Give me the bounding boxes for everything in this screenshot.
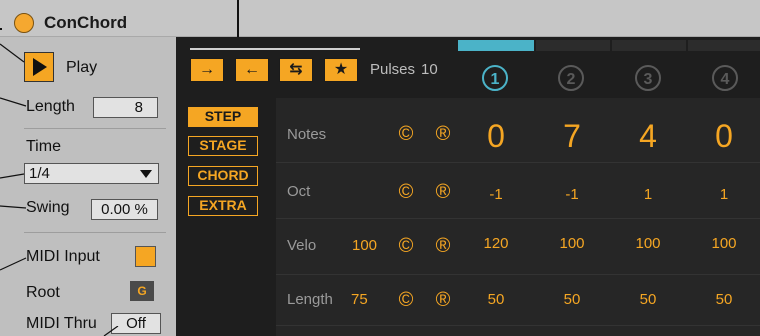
- pulses-label: Pulses: [370, 61, 416, 78]
- velo-step-1[interactable]: 120: [458, 235, 534, 252]
- divider: [24, 128, 166, 129]
- length-row-label: Length: [287, 291, 333, 308]
- length-step-1[interactable]: 50: [458, 291, 534, 308]
- oct-row-label: Oct: [287, 183, 311, 200]
- velo-row-label: Velo: [287, 237, 317, 254]
- length-step-4[interactable]: 50: [686, 291, 760, 308]
- note-step-2[interactable]: 7: [534, 118, 610, 155]
- note-step-3[interactable]: 4: [610, 118, 686, 155]
- callout-line: [103, 326, 119, 336]
- row-divider: [276, 325, 760, 326]
- velo-step-2[interactable]: 100: [534, 235, 610, 252]
- velo-random-button[interactable]: ®: [431, 234, 455, 258]
- step-4-indicator: [688, 40, 760, 51]
- direction-forward-button[interactable]: →: [190, 58, 224, 82]
- oct-step-4[interactable]: 1: [686, 186, 760, 203]
- tab-extra[interactable]: EXTRA: [188, 196, 258, 216]
- notes-row-label: Notes: [287, 126, 327, 143]
- row-divider: [276, 274, 760, 275]
- midi-input-toggle[interactable]: [135, 246, 156, 267]
- callout-lines: [0, 43, 27, 271]
- tab-chord[interactable]: CHORD: [188, 166, 258, 186]
- row-divider: [276, 218, 760, 219]
- step-3-number[interactable]: 3: [635, 65, 661, 91]
- direction-backward-button[interactable]: ←: [235, 58, 269, 82]
- oct-step-3[interactable]: 1: [610, 186, 686, 203]
- direction-pingpong-button[interactable]: ⇆: [279, 58, 313, 82]
- window-title: ConChord: [44, 13, 128, 32]
- oct-copy-button[interactable]: ©: [394, 180, 418, 204]
- note-step-1[interactable]: 0: [458, 118, 534, 155]
- notes-random-button[interactable]: ®: [431, 122, 455, 146]
- oct-random-button[interactable]: ®: [431, 180, 455, 204]
- length-step-2[interactable]: 50: [534, 291, 610, 308]
- length-param-value[interactable]: 75: [351, 291, 368, 308]
- tab-step[interactable]: STEP: [188, 107, 258, 127]
- velo-copy-button[interactable]: ©: [394, 234, 418, 258]
- oct-step-1[interactable]: -1: [458, 186, 534, 203]
- time-dropdown[interactable]: 1/4: [24, 163, 159, 184]
- root-selector[interactable]: G: [130, 281, 154, 301]
- length-step-3[interactable]: 50: [610, 291, 686, 308]
- note-step-4[interactable]: 0: [686, 118, 760, 155]
- divider: [24, 232, 166, 233]
- pulses-value[interactable]: 10: [421, 61, 438, 78]
- swing-field[interactable]: 0.00 %: [91, 199, 158, 220]
- step-2-indicator: [536, 40, 610, 51]
- length-copy-button[interactable]: ©: [394, 288, 418, 312]
- row-divider: [276, 162, 760, 163]
- oct-step-2[interactable]: -1: [534, 186, 610, 203]
- play-label: Play: [66, 59, 98, 76]
- step-3-indicator: [612, 40, 686, 51]
- step-1-indicator: [458, 40, 534, 51]
- toolbar-rule: [190, 48, 360, 50]
- length-random-button[interactable]: ®: [431, 288, 455, 312]
- chevron-down-icon: [140, 170, 152, 178]
- velo-step-3[interactable]: 100: [610, 235, 686, 252]
- tab-stage[interactable]: STAGE: [188, 136, 258, 156]
- step-4-number[interactable]: 4: [712, 65, 738, 91]
- notes-copy-button[interactable]: ©: [394, 122, 418, 146]
- velo-step-4[interactable]: 100: [686, 235, 760, 252]
- direction-random-button[interactable]: ★: [324, 58, 358, 82]
- step-1-number[interactable]: 1: [482, 65, 508, 91]
- velo-param-value[interactable]: 100: [352, 237, 377, 254]
- length-field[interactable]: 8: [93, 97, 158, 118]
- step-2-number[interactable]: 2: [558, 65, 584, 91]
